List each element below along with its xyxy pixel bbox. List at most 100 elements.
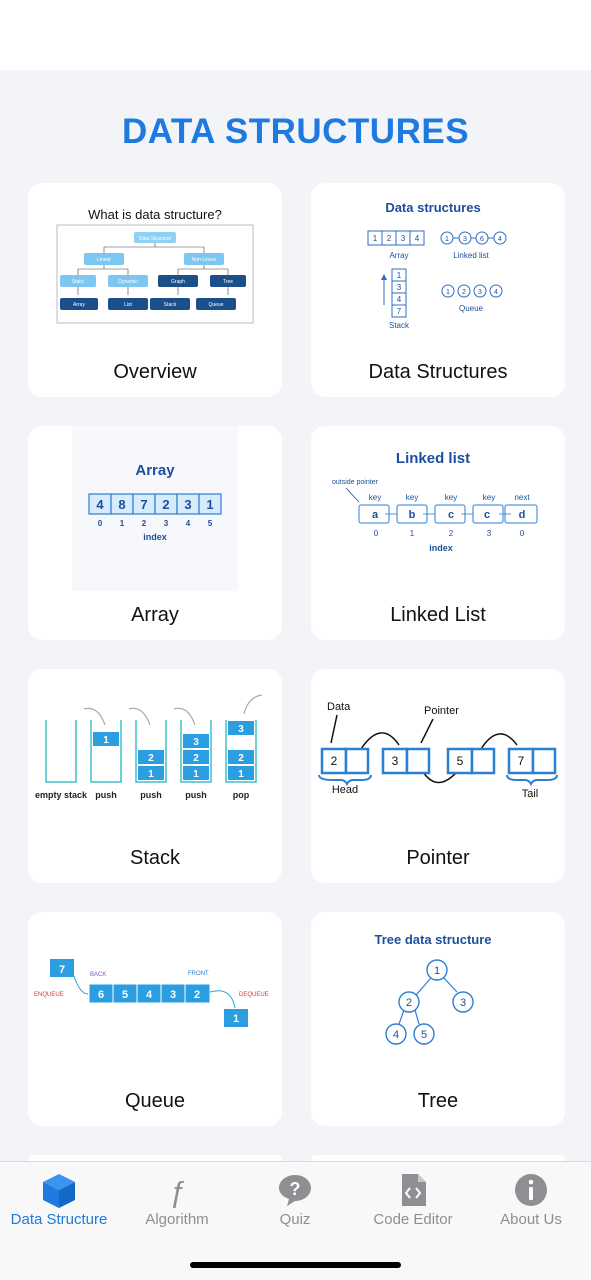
linked-list-thumbnail: Linked list outside pointer key key key … [332,450,538,553]
svg-text:5: 5 [421,1029,427,1041]
svg-text:7: 7 [59,964,65,976]
svg-text:4: 4 [494,289,498,296]
overview-list: List [124,302,132,308]
svg-text:1: 1 [148,769,154,780]
ll-thumb-title: Linked list [396,450,470,467]
info-icon [515,1174,547,1206]
svg-text:key: key [406,493,418,502]
svg-text:1: 1 [206,497,213,512]
ds-queue-label: Queue [459,304,484,313]
tab-label: About Us [500,1211,562,1228]
card-tree-label: Tree [417,1090,459,1112]
svg-text:6: 6 [480,236,484,243]
home-indicator [190,1262,401,1268]
svg-text:3: 3 [184,497,191,512]
svg-text:1: 1 [434,965,440,977]
card-stack[interactable]: 1 2 1 3 2 1 3 2 1 empty stack push push … [28,669,282,883]
svg-text:a: a [372,509,379,521]
ds-stack-label: Stack [389,321,410,330]
card-data-structures-label: Data Structures [368,361,508,383]
svg-text:3: 3 [487,529,492,538]
svg-text:empty stack: empty stack [35,790,88,800]
array-index-label: index [143,532,167,542]
tab-about-us[interactable]: About Us [472,1162,590,1242]
svg-text:2: 2 [462,289,466,296]
ds-list-label: Linked list [453,251,489,260]
overview-queue: Queue [208,302,223,308]
card-pointer[interactable]: Data Pointer 2 3 5 7 Head Tail Pointer [311,669,565,883]
card-stack-label: Stack [129,847,181,869]
card-tree[interactable]: Tree data structure 1 2 3 4 5 Tree [311,912,565,1126]
svg-text:4: 4 [415,234,420,243]
queue-front-label: FRONT [188,971,209,977]
card-linked-list-label: Linked List [390,604,486,626]
overview-thumbnail: What is data structure? Data Structure L… [56,207,254,324]
page-title: DATA STRUCTURES [121,112,470,151]
svg-text:5: 5 [208,519,213,528]
svg-text:3: 3 [170,989,176,1001]
svg-text:1: 1 [238,769,244,780]
svg-text:2: 2 [449,529,454,538]
tab-algorithm[interactable]: ƒ Algorithm [118,1162,236,1242]
svg-text:4: 4 [186,519,191,528]
svg-text:2: 2 [194,989,200,1001]
card-pointer-label: Pointer [406,847,470,869]
svg-text:7: 7 [518,754,525,768]
svg-text:2: 2 [238,753,244,764]
card-array-label: Array [131,604,179,626]
card-array[interactable]: Array 4 8 7 2 3 1 0 1 2 3 4 5 index Arra… [28,426,282,640]
ll-index-label: index [429,543,453,553]
svg-text:b: b [409,509,416,521]
question-bubble-icon: ? [279,1175,311,1206]
svg-text:2: 2 [387,234,392,243]
card-overview[interactable]: What is data structure? Data Structure L… [28,183,282,397]
tree-thumb-title: Tree data structure [374,932,491,947]
svg-text:3: 3 [397,283,402,292]
svg-text:2: 2 [148,753,154,764]
svg-text:0: 0 [520,529,525,538]
card-linked-list[interactable]: Linked list outside pointer key key key … [311,426,565,640]
function-icon: ƒ [169,1176,186,1208]
svg-text:2: 2 [193,753,199,764]
svg-text:push: push [185,790,207,800]
card-data-structures[interactable]: Data structures 1 2 3 4 Array 1 3 6 4 Li… [311,183,565,397]
array-thumbnail: Array 4 8 7 2 3 1 0 1 2 3 4 5 index [72,426,238,591]
svg-text:4: 4 [146,989,153,1001]
pointer-data-label: Data [327,701,351,713]
overview-root: Data Structure [139,236,171,242]
svg-text:3: 3 [193,737,199,748]
svg-text:c: c [484,509,490,521]
svg-text:3: 3 [238,724,244,735]
svg-text:next: next [514,493,530,502]
svg-text:4: 4 [96,497,104,512]
svg-text:c: c [448,509,454,521]
svg-text:2: 2 [406,997,412,1009]
overview-array: Array [73,302,85,308]
tab-code-editor[interactable]: Code Editor [354,1162,472,1242]
svg-text:1: 1 [373,234,378,243]
svg-text:6: 6 [98,989,104,1001]
overview-stack: Stack [164,302,177,308]
svg-text:?: ? [290,1179,301,1199]
svg-text:1: 1 [103,735,109,746]
tab-data-structure[interactable]: Data Structure [0,1162,118,1242]
svg-text:1: 1 [397,271,402,280]
svg-text:push: push [95,790,117,800]
card-queue[interactable]: 7 BACK FRONT ENQUEUE DEQUEUE 6 5 4 3 2 1… [28,912,282,1126]
data-structures-thumbnail: Data structures 1 2 3 4 Array 1 3 6 4 Li… [367,200,507,330]
tab-label: Quiz [279,1211,311,1228]
svg-text:1: 1 [410,529,415,538]
svg-text:d: d [519,509,526,521]
tab-quiz[interactable]: ? Quiz [236,1162,354,1242]
ds-array-label: Array [389,251,408,260]
overview-linear: Linear [97,257,111,263]
svg-text:ƒ: ƒ [169,1176,186,1208]
svg-text:5: 5 [457,754,464,768]
overview-static: Static [72,279,85,285]
svg-text:key: key [445,493,457,502]
cube-icon [43,1174,75,1208]
svg-text:1: 1 [446,289,450,296]
overview-thumb-title: What is data structure? [88,207,222,222]
ll-pointer-label: outside pointer [332,479,379,486]
tree-thumbnail: Tree data structure 1 2 3 4 5 [374,932,492,1045]
